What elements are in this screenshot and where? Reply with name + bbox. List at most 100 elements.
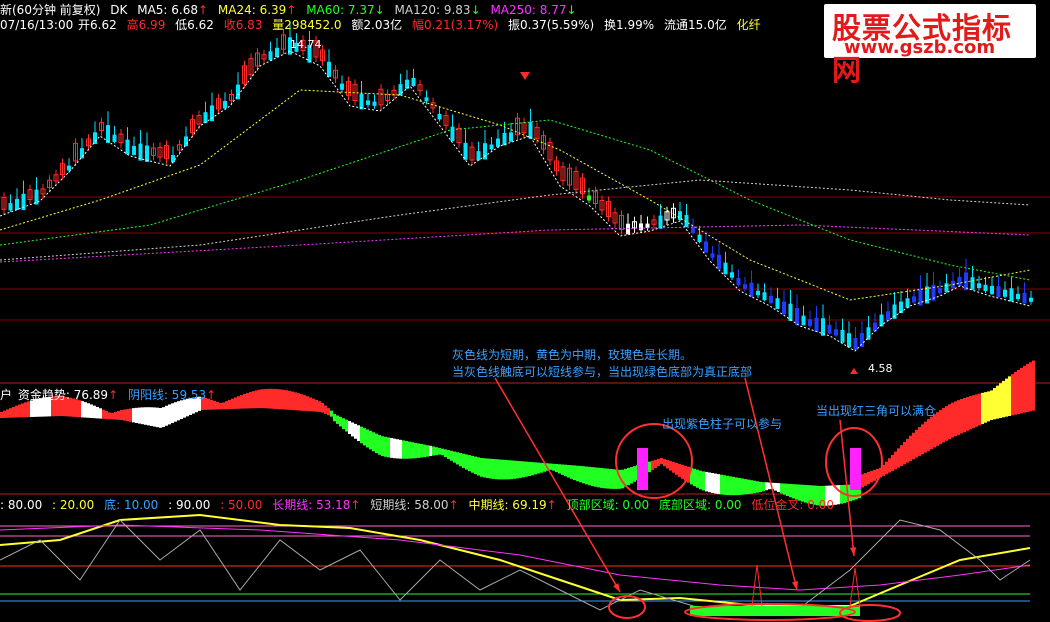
fund-bar xyxy=(375,433,378,454)
ma60-line xyxy=(0,119,1031,281)
fund-bar xyxy=(219,403,222,410)
candle-body xyxy=(756,290,760,296)
period-label: 新(60分钟 前复权) xyxy=(0,3,101,17)
candle-body xyxy=(749,282,754,297)
short-line-value: 短期线: 58.00 xyxy=(370,498,449,512)
fund-bar xyxy=(918,427,921,456)
fund-bar xyxy=(714,473,717,494)
candle-body xyxy=(853,338,858,351)
fund-bar xyxy=(927,419,930,451)
candle-body xyxy=(112,134,117,142)
fund-bar xyxy=(132,408,135,423)
candle-body xyxy=(710,253,715,258)
fund-bar xyxy=(699,470,702,490)
fund-bar xyxy=(780,483,783,494)
candle-body xyxy=(821,318,825,336)
fund-bar xyxy=(1026,364,1029,412)
low-point-marker xyxy=(850,368,858,374)
fund-bar xyxy=(984,392,987,423)
fund-bar xyxy=(366,429,369,448)
fund-bar xyxy=(342,418,345,430)
fund-bar xyxy=(1002,380,1005,418)
fund-bar xyxy=(435,447,438,456)
info-date: 07/16/13:00 xyxy=(0,18,74,32)
fund-bar xyxy=(459,452,462,467)
fund-bar xyxy=(888,458,891,473)
fund-bar xyxy=(957,400,960,435)
fund-bar xyxy=(105,411,108,419)
candle-body xyxy=(639,223,643,231)
fund-bar xyxy=(912,432,915,460)
fund-bar xyxy=(525,461,528,477)
fund-bar xyxy=(285,390,288,410)
fund-bar xyxy=(567,464,570,478)
candle-body xyxy=(717,254,721,270)
candle-body xyxy=(769,295,773,304)
fund-bar xyxy=(732,476,735,496)
fund-bar xyxy=(672,461,675,473)
fund-bar xyxy=(516,460,519,479)
candle-body xyxy=(912,296,916,303)
fund-bar xyxy=(480,458,483,477)
fund-bar xyxy=(585,466,588,485)
fund-bar xyxy=(156,407,159,428)
candle-body xyxy=(990,285,994,295)
fund-bar xyxy=(444,449,447,458)
fund-bar xyxy=(972,395,975,429)
fund-bar xyxy=(87,403,90,418)
candle-body xyxy=(814,317,819,332)
candle-body xyxy=(847,333,851,348)
fund-bar xyxy=(315,399,318,412)
fund-bar xyxy=(981,392,984,425)
fund-bar xyxy=(1011,374,1014,416)
fund-bar xyxy=(486,458,489,479)
candle-body xyxy=(762,292,767,301)
fund-bar xyxy=(378,435,381,455)
fund-bar xyxy=(951,402,954,438)
candle-body xyxy=(8,203,13,211)
fund-bar xyxy=(609,468,612,489)
fund-bar xyxy=(123,409,126,421)
fund-bar xyxy=(429,445,432,457)
fund-bar xyxy=(783,483,786,495)
mid-line xyxy=(0,513,1031,607)
fund-bar xyxy=(786,483,789,497)
candle-body xyxy=(1029,297,1033,302)
fund-bar xyxy=(594,467,597,487)
fund-bar xyxy=(417,443,420,458)
fund-bar xyxy=(168,404,171,425)
candle-body xyxy=(483,143,487,160)
fund-bar xyxy=(471,455,474,473)
fund-bar xyxy=(456,452,459,465)
fund-bar xyxy=(453,451,456,463)
fund-bar xyxy=(651,460,654,471)
fund-bar xyxy=(993,388,996,420)
price-high-label: 14.74 xyxy=(290,38,322,51)
fund-bar xyxy=(864,473,867,486)
candle-body xyxy=(372,101,377,106)
candle-body xyxy=(223,101,227,109)
candle-body xyxy=(476,151,481,161)
fund-bar xyxy=(102,409,105,419)
candle-body xyxy=(626,223,630,235)
fund-bar xyxy=(726,475,729,496)
quote-info-row: 07/16/13:00 开6.62 高6.99 低6.62 收6.83 量298… xyxy=(0,16,767,33)
fund-bar xyxy=(840,485,843,504)
fund-bar xyxy=(603,468,606,489)
candle-body xyxy=(743,284,747,289)
fund-bar xyxy=(711,473,714,493)
fund-bar xyxy=(999,383,1002,418)
fund-bar xyxy=(126,409,129,422)
oscillator-legend: : 80.00 : 20.00 底: 10.00 : 90.00 : 50.00… xyxy=(0,498,834,512)
stock-chart[interactable] xyxy=(0,0,1050,622)
fund-bar xyxy=(513,460,516,479)
fund-bar xyxy=(330,410,333,417)
fund-bar xyxy=(750,480,753,494)
fund-bar xyxy=(93,405,96,419)
fund-bar xyxy=(288,390,291,410)
candle-body xyxy=(450,126,455,142)
fund-bar xyxy=(588,466,591,486)
fund-bar xyxy=(903,441,906,465)
candle-body xyxy=(782,301,786,315)
fund-bar xyxy=(282,389,285,410)
